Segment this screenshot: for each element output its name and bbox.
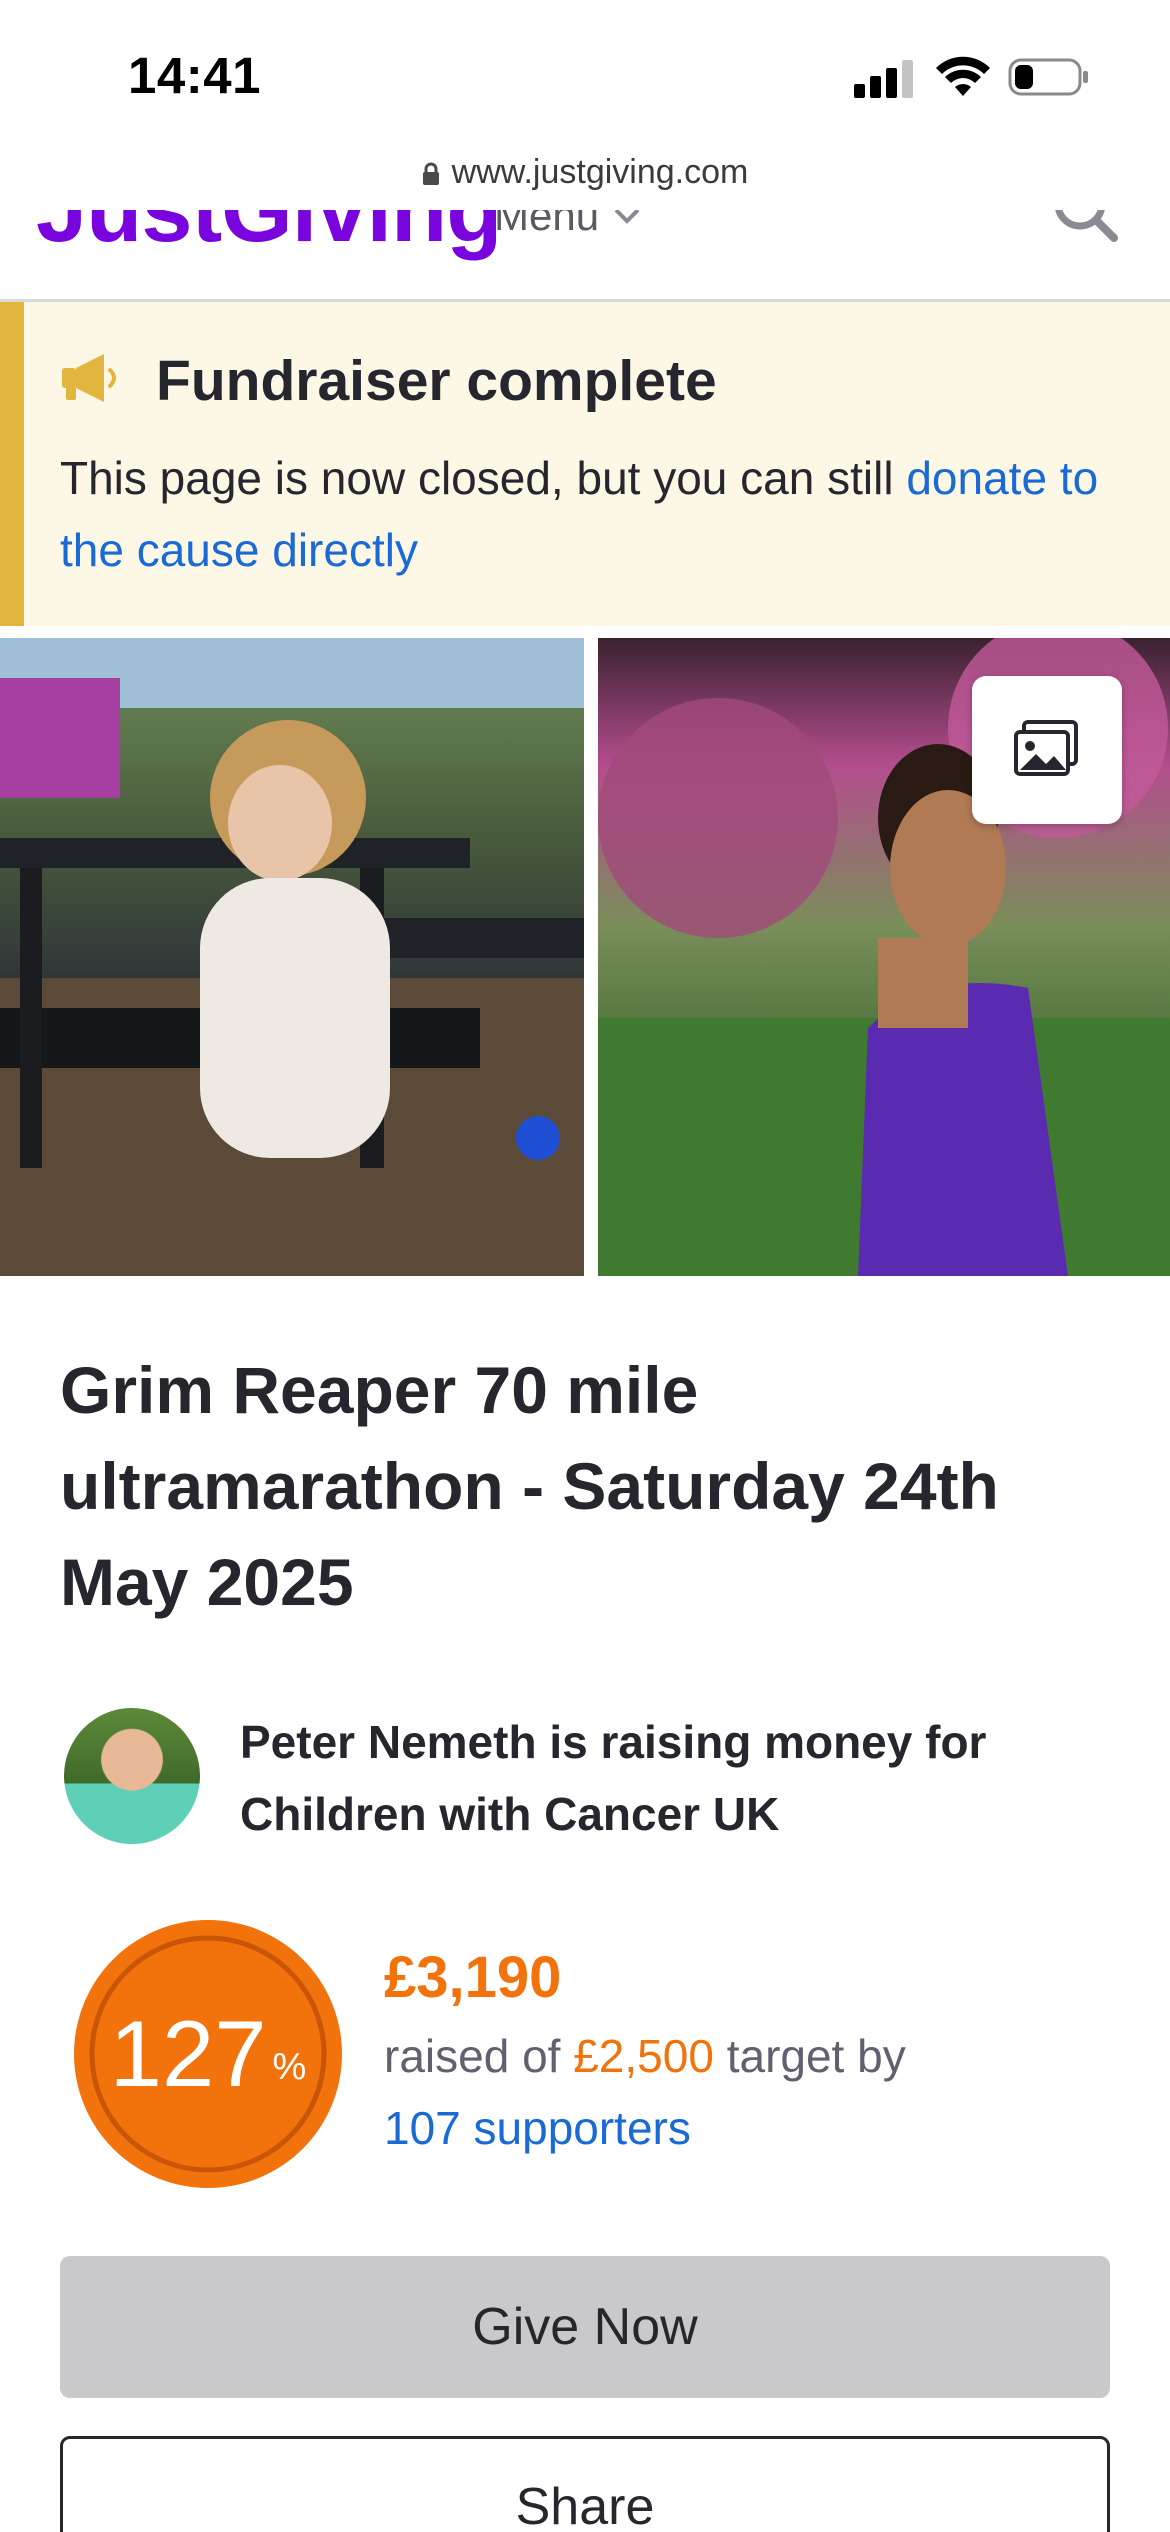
status-bar: 14:41 xyxy=(0,0,1170,150)
menu-button[interactable]: Menu xyxy=(494,210,641,240)
raised-amount: £3,190 xyxy=(384,1945,562,2010)
chevron-down-icon xyxy=(614,210,640,224)
fundraiser-complete-banner: Fundraiser complete This page is now clo… xyxy=(0,302,1170,626)
give-now-button[interactable]: Give Now xyxy=(60,2256,1110,2398)
search-icon[interactable] xyxy=(1050,210,1120,250)
target-amount: £2,500 xyxy=(573,2030,714,2082)
cellular-signal-icon xyxy=(854,58,914,98)
banner-text: This page is now closed, but you can sti… xyxy=(60,442,1140,586)
menu-label: Menu xyxy=(494,210,600,239)
photo-child-face-paint[interactable] xyxy=(0,638,584,1276)
justgiving-logo[interactable]: JustGiving xyxy=(36,210,502,263)
target-suffix: target by xyxy=(713,2030,906,2082)
banner-body: This page is now closed, but you can sti… xyxy=(60,452,907,504)
gallery-button[interactable] xyxy=(972,676,1122,824)
progress-percent-sign: % xyxy=(272,2045,307,2088)
lock-icon xyxy=(422,162,439,185)
raised-of-label: raised of xyxy=(384,2030,574,2082)
url-text: www.justgiving.com xyxy=(451,153,749,191)
megaphone-icon xyxy=(62,354,116,402)
status-time: 14:41 xyxy=(128,47,261,104)
fundraiser-info[interactable]: Peter Nemeth is raising money for Childr… xyxy=(240,1706,1100,1850)
fundraiser-avatar[interactable] xyxy=(64,1708,200,1844)
banner-title: Fundraiser complete xyxy=(156,349,717,413)
raised-details: raised of £2,500 target by 107 supporters xyxy=(384,2020,1144,2164)
browser-url-bar[interactable]: www.justgiving.com xyxy=(0,150,1170,210)
progress-percent: 127 % xyxy=(72,1918,344,2190)
share-button[interactable]: Share xyxy=(60,2436,1110,2532)
supporters-link[interactable]: 107 supporters xyxy=(384,2102,691,2154)
wifi-icon xyxy=(936,56,990,96)
image-gallery-icon xyxy=(1014,720,1078,776)
page-title: Grim Reaper 70 mile ultramarathon - Satu… xyxy=(60,1353,999,1619)
progress-percent-value: 127 xyxy=(109,2001,267,2106)
battery-icon xyxy=(1008,58,1088,96)
site-header: JustGiving Menu xyxy=(0,210,1170,302)
